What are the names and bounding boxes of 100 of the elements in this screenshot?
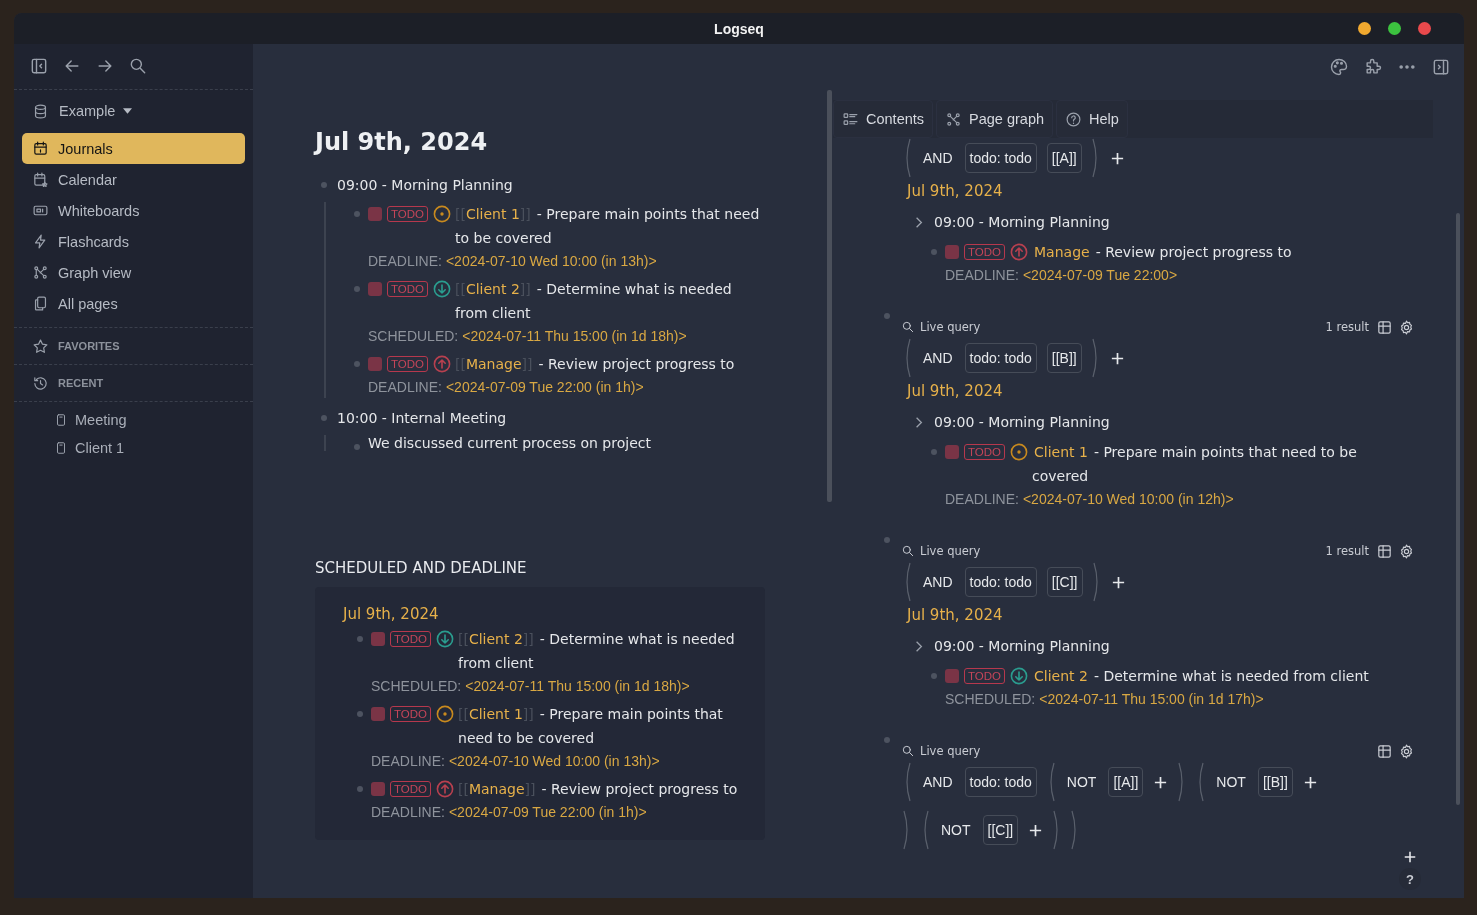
add-icon[interactable] [1109, 350, 1125, 366]
checkbox[interactable] [945, 245, 959, 259]
journal-date-link[interactable]: Jul 9th, 2024 [907, 382, 1415, 400]
nav-item[interactable]: Graph view [22, 257, 245, 288]
add-icon[interactable] [1110, 574, 1126, 590]
add-icon[interactable] [1403, 850, 1417, 864]
timestamp-link[interactable]: <2024-07-09 Tue 22:00 (in 1h)> [445, 379, 644, 395]
page-link[interactable]: Manage [1034, 244, 1090, 260]
close-paren-icon [1092, 562, 1101, 602]
help-button[interactable]: ? [1399, 868, 1421, 890]
chevron-icon[interactable] [915, 415, 923, 429]
section-heading: SCHEDULED AND DEADLINE [315, 559, 528, 577]
panel-tab[interactable]: Page graph [936, 100, 1054, 138]
checkbox[interactable] [371, 632, 385, 646]
checkbox[interactable] [371, 707, 385, 721]
checkbox[interactable] [368, 282, 382, 296]
minimize-button[interactable] [1358, 22, 1371, 35]
page-link[interactable]: Client 1 [1034, 444, 1088, 460]
query-filter[interactable]: todo: todo [964, 143, 1037, 173]
search-icon[interactable] [128, 56, 148, 76]
sidebar-toggle-icon[interactable] [1431, 57, 1451, 77]
nav-item[interactable]: Flashcards [22, 226, 245, 257]
timestamp-link[interactable]: <2024-07-11 Thu 15:00 (in 1d 18h)> [462, 328, 687, 344]
task-text: [[Client 1]] - Prepare main points that need to be covered [458, 705, 724, 748]
scrollbar[interactable] [827, 90, 832, 502]
timestamp-link[interactable]: <2024-07-10 Wed 10:00 (in 13h)> [445, 253, 657, 269]
journal-date-link[interactable]: Jul 9th, 2024 [343, 605, 755, 623]
timestamp-link[interactable]: <2024-07-09 Tue 22:00> [1022, 267, 1178, 283]
block-text: 09:00 - Morning Planning [934, 638, 1110, 654]
graph-selector[interactable]: Example [59, 103, 133, 119]
page-icon [54, 441, 68, 455]
settings-icon[interactable] [1398, 542, 1415, 560]
page-link[interactable]: Client 2 [465, 281, 520, 297]
checkbox[interactable] [371, 782, 385, 796]
page-link[interactable]: Client 1 [468, 706, 523, 722]
query-operator[interactable]: AND [921, 350, 955, 366]
page-link[interactable]: Client 2 [468, 631, 523, 647]
checkbox[interactable] [945, 669, 959, 683]
timestamp-link[interactable]: <2024-07-09 Tue 22:00 (in 1h)> [448, 804, 647, 820]
chevron-icon[interactable] [915, 215, 923, 229]
palette-icon[interactable] [1329, 57, 1349, 77]
query-operator[interactable]: NOT [939, 822, 973, 838]
result-count: 1 result [1325, 320, 1369, 334]
query-filter[interactable]: [[A]] [1108, 767, 1144, 797]
timestamp-link[interactable]: <2024-07-10 Wed 10:00 (in 13h)> [448, 753, 660, 769]
checkbox[interactable] [368, 207, 382, 221]
nav-item[interactable]: Whiteboards [22, 195, 245, 226]
page-link[interactable]: Manage [468, 781, 525, 797]
query-operator[interactable]: AND [921, 150, 955, 166]
timestamp-link[interactable]: <2024-07-11 Thu 15:00 (in 1d 17h)> [1039, 691, 1264, 707]
page-link[interactable]: Client 1 [465, 206, 520, 222]
table-icon[interactable] [1376, 742, 1393, 760]
query-operator[interactable]: NOT [1064, 774, 1099, 790]
journal-title[interactable]: Jul 9th, 2024 [315, 128, 765, 156]
query-filter[interactable]: todo: todo [964, 567, 1037, 597]
nav-item[interactable]: Journals [22, 133, 245, 164]
nav-item[interactable]: All pages [22, 288, 245, 319]
nav-item[interactable]: Calendar [22, 164, 245, 195]
table-icon[interactable] [1376, 318, 1393, 336]
page-link[interactable]: Client 2 [1034, 668, 1088, 684]
journal-date-link[interactable]: Jul 9th, 2024 [907, 606, 1415, 624]
query-filter[interactable]: [[A]] [1046, 143, 1082, 173]
sidebar-toggle-icon[interactable] [29, 56, 49, 76]
section-heading[interactable]: FAVORITES [58, 340, 120, 352]
close-button[interactable] [1418, 22, 1431, 35]
query-filter[interactable]: [[B]] [1257, 767, 1293, 797]
checkbox[interactable] [945, 445, 959, 459]
panel-tab[interactable]: Help [1056, 100, 1128, 138]
query-label: Live query [920, 544, 981, 558]
caret-icon [123, 108, 133, 114]
add-icon[interactable] [1302, 774, 1318, 790]
add-icon[interactable] [1153, 774, 1169, 790]
maximize-button[interactable] [1388, 22, 1401, 35]
table-icon[interactable] [1376, 542, 1393, 560]
page-link[interactable]: Manage [465, 356, 522, 372]
chevron-icon[interactable] [915, 639, 923, 653]
scrollbar[interactable] [1456, 213, 1460, 805]
settings-icon[interactable] [1398, 318, 1415, 336]
timestamp-link[interactable]: <2024-07-11 Thu 15:00 (in 1d 18h)> [465, 678, 690, 694]
query-filter[interactable]: [[C]] [982, 815, 1019, 845]
query-filter[interactable]: [[C]] [1046, 567, 1083, 597]
date-label: DEADLINE: [945, 267, 1019, 283]
section-heading[interactable]: RECENT [58, 377, 104, 389]
timestamp-link[interactable]: <2024-07-10 Wed 10:00 (in 12h)> [1022, 491, 1234, 507]
date-label: DEADLINE: [368, 379, 442, 395]
query-operator[interactable]: AND [921, 774, 955, 790]
query-filter[interactable]: [[B]] [1046, 343, 1082, 373]
query-operator[interactable]: AND [921, 574, 955, 590]
add-icon[interactable] [1109, 150, 1125, 166]
puzzle-icon[interactable] [1363, 57, 1383, 77]
journal-date-link[interactable]: Jul 9th, 2024 [907, 182, 1415, 200]
add-icon[interactable] [1028, 822, 1044, 838]
query-operator[interactable]: NOT [1214, 774, 1248, 790]
checkbox[interactable] [368, 357, 382, 371]
query-filter[interactable]: todo: todo [964, 343, 1037, 373]
recent-page[interactable]: Client 1 [54, 434, 253, 462]
recent-page[interactable]: Meeting [54, 406, 253, 434]
panel-tab[interactable]: Contents [833, 100, 934, 138]
settings-icon[interactable] [1398, 742, 1415, 760]
query-filter[interactable]: todo: todo [964, 767, 1037, 797]
